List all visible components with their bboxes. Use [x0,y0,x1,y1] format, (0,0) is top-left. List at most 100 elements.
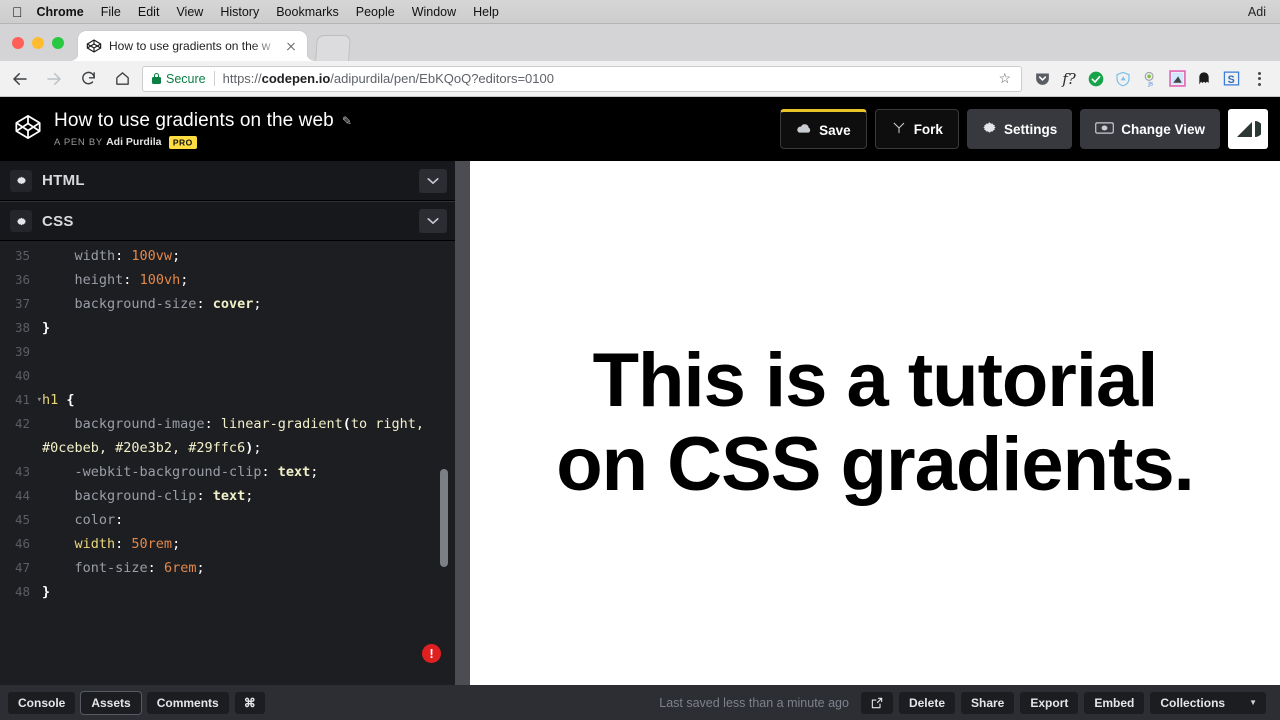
assets-button[interactable]: Assets [81,692,140,714]
comments-button[interactable]: Comments [147,692,229,714]
css-settings-gear-icon[interactable] [10,210,32,232]
code-text[interactable]: -webkit-background-clip: text; [36,460,455,484]
code-text[interactable]: } [36,580,455,604]
collapse-html-chevron-down-icon[interactable] [419,169,447,193]
minimize-window-button[interactable] [32,37,44,49]
code-line[interactable]: 42 background-image: linear-gradient(to … [0,412,455,460]
code-line[interactable]: 47 font-size: 6rem; [0,556,455,580]
code-text[interactable]: color: [36,508,455,532]
code-token: 6rem [164,560,197,576]
export-button[interactable]: Export [1020,692,1078,714]
console-button[interactable]: Console [8,692,75,714]
share-button[interactable]: Share [961,692,1014,714]
html-settings-gear-icon[interactable] [10,170,32,192]
collections-dropdown[interactable]: Collections ▼ [1150,692,1266,714]
check-extension-icon[interactable] [1084,67,1108,91]
svg-text:S: S [1227,74,1234,86]
code-line[interactable]: 36 height: 100vh; [0,268,455,292]
keyboard-shortcuts-icon[interactable]: ⌘ [235,692,265,714]
code-line[interactable]: 35 width: 100vw; [0,244,455,268]
code-text[interactable]: height: 100vh; [36,268,455,292]
browser-tab-active[interactable]: How to use gradients on the w [78,31,307,61]
css-code-editor[interactable]: 35 width: 100vw;36 height: 100vh;37 back… [0,241,455,685]
profile-avatar-icon[interactable] [1228,109,1268,149]
open-in-new-window-icon[interactable] [861,692,893,714]
chevron-down-icon: ▼ [1249,698,1257,707]
pen-author[interactable]: Adi Purdila [106,136,161,148]
code-line[interactable]: 45 color: [0,508,455,532]
s-extension-icon[interactable]: S [1219,67,1243,91]
error-badge[interactable]: ! [422,644,441,663]
apple-logo-icon[interactable]:  [12,5,23,19]
pocket-extension-icon[interactable] [1030,67,1054,91]
pen-title-row: How to use gradients on the web ✎ [54,110,352,132]
embed-button[interactable]: Embed [1084,692,1144,714]
code-text[interactable]: } [36,316,455,340]
maximize-window-button[interactable] [52,37,64,49]
pencil-icon[interactable]: ✎ [342,114,352,128]
panel-header-css[interactable]: CSS [0,201,455,241]
browser-tab-inactive[interactable] [315,35,351,61]
menu-chrome[interactable]: Chrome [37,5,84,19]
menu-file[interactable]: File [101,5,121,19]
code-token: ; [245,488,253,504]
menu-people[interactable]: People [356,5,395,19]
collapse-css-chevron-down-icon[interactable] [419,209,447,233]
fork-button[interactable]: Fork [875,109,959,149]
code-fold-chevron-down-icon[interactable]: ▾ [37,388,42,412]
code-text[interactable]: background-clip: text; [36,484,455,508]
code-token [42,488,75,504]
codepen-header: How to use gradients on the web ✎ A PEN … [0,97,1280,161]
code-text[interactable]: width: 50rem; [36,532,455,556]
menu-bookmarks[interactable]: Bookmarks [276,5,339,19]
code-text[interactable]: background-image: linear-gradient(to rig… [36,412,455,460]
code-text[interactable] [36,340,455,364]
panel-header-html[interactable]: HTML [0,161,455,201]
fontface-ninja-extension-icon[interactable]: f? [1057,67,1081,91]
menu-window[interactable]: Window [412,5,456,19]
colorzilla-extension-icon[interactable] [1165,67,1189,91]
change-view-button[interactable]: Change View [1080,109,1220,149]
kebab-menu-icon[interactable] [1248,72,1270,86]
menu-edit[interactable]: Edit [138,5,160,19]
editor-preview-resizer[interactable] [455,161,470,685]
code-line[interactable]: 38} [0,316,455,340]
ghostery-extension-icon[interactable] [1192,67,1216,91]
code-line[interactable]: 46 width: 50rem; [0,532,455,556]
menu-bar-user[interactable]: Adi [1248,5,1280,19]
delete-button[interactable]: Delete [899,692,955,714]
code-text[interactable]: width: 100vw; [36,244,455,268]
star-icon[interactable]: ☆ [994,70,1015,87]
code-text[interactable]: background-size: cover; [36,292,455,316]
url-domain: codepen.io [262,71,331,86]
code-line[interactable]: 43 -webkit-background-clip: text; [0,460,455,484]
css-code-lines[interactable]: 35 width: 100vw;36 height: 100vh;37 back… [0,241,455,604]
code-line[interactable]: 39 [0,340,455,364]
code-line[interactable]: 41▾h1 { [0,388,455,412]
menu-view[interactable]: View [176,5,203,19]
code-line[interactable]: 40 [0,364,455,388]
reload-icon[interactable] [74,65,102,93]
code-text[interactable]: h1 { [36,388,455,412]
address-bar[interactable]: Secure https://codepen.io/adipurdila/pen… [142,66,1022,92]
shield-extension-icon[interactable] [1111,67,1135,91]
home-icon[interactable] [108,65,136,93]
codepen-favicon-icon [86,38,102,54]
back-arrow-icon[interactable] [6,65,34,93]
close-tab-icon[interactable] [283,38,299,54]
settings-button[interactable]: Settings [967,109,1072,149]
menu-history[interactable]: History [220,5,259,19]
code-line[interactable]: 37 background-size: cover; [0,292,455,316]
code-text[interactable]: font-size: 6rem; [36,556,455,580]
javascript-extension-icon[interactable]: js [1138,67,1162,91]
code-text[interactable] [36,364,455,388]
menu-help[interactable]: Help [473,5,499,19]
editor-scrollbar[interactable] [440,469,448,567]
code-line[interactable]: 44 background-clip: text; [0,484,455,508]
code-line[interactable]: 48} [0,580,455,604]
codepen-actions: Save Fork Settings Change View [780,109,1280,149]
save-button[interactable]: Save [780,109,867,149]
close-window-button[interactable] [12,37,24,49]
codepen-logo-icon[interactable] [14,113,42,146]
page-title[interactable]: How to use gradients on the web [54,110,334,132]
